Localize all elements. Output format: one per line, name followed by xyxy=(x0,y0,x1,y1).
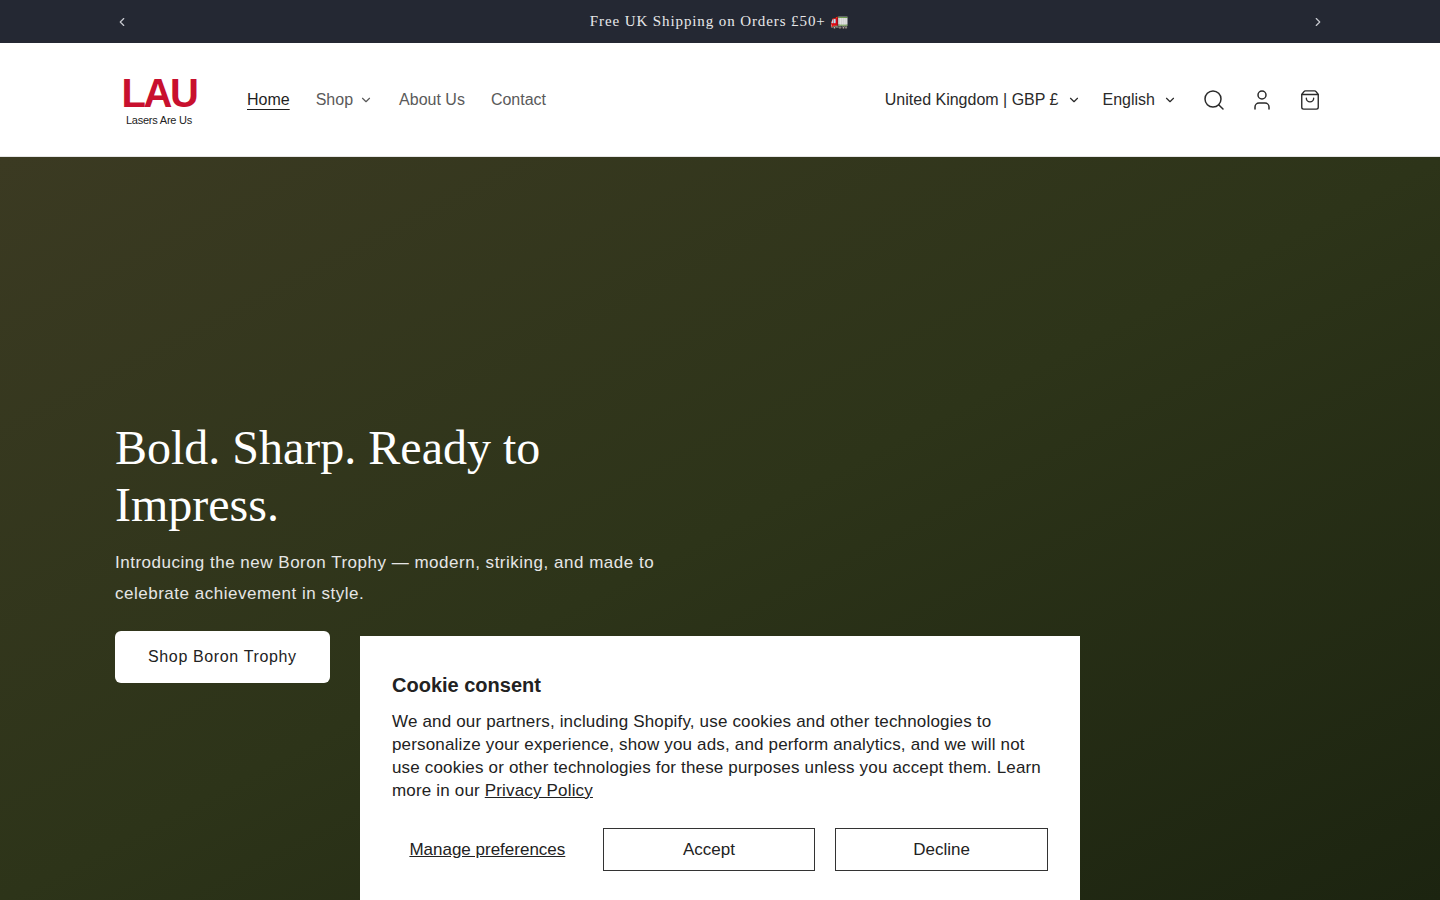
privacy-policy-link[interactable]: Privacy Policy xyxy=(485,781,593,800)
account-button[interactable] xyxy=(1247,85,1277,115)
announcement-bar: Free UK Shipping on Orders £50+ 🚛 xyxy=(0,0,1440,43)
cookie-button[interactable]: Decline xyxy=(835,828,1048,871)
next-announcement-button[interactable] xyxy=(1308,12,1328,32)
hero-button[interactable]: Shop Boron Trophy xyxy=(115,631,330,683)
nav-item[interactable]: About Us xyxy=(399,88,465,112)
header: LAULasers Are Us Home Shop About Us Contact U… xyxy=(0,43,1440,157)
cookie-actions: Manage preferences Accept Decline xyxy=(392,828,1048,871)
chevron-down-icon xyxy=(1163,93,1177,107)
header-actions: United Kingdom | GBP £ English xyxy=(885,85,1325,115)
logo-mark: LAU xyxy=(121,73,196,113)
page: Free UK Shipping on Orders £50+ 🚛 LAULase… xyxy=(0,0,1440,900)
cookie-button[interactable]: Accept xyxy=(603,828,816,871)
hero-text: Introducing the new Boron Trophy — moder… xyxy=(115,547,685,609)
nav-item[interactable]: Contact xyxy=(491,88,546,112)
main-nav: Home Shop About Us Contact xyxy=(247,88,546,112)
cart-button[interactable] xyxy=(1295,85,1325,115)
search-icon xyxy=(1202,88,1226,112)
logo-tagline: Lasers Are Us xyxy=(126,113,192,127)
chevron-down-icon xyxy=(1067,93,1081,107)
search-button[interactable] xyxy=(1199,85,1229,115)
cookie-title: Cookie consent xyxy=(392,670,1048,700)
announcement-text: Free UK Shipping on Orders £50+ 🚛 xyxy=(590,10,850,33)
cookie-dialog: Cookie consent We and our partners, inclu… xyxy=(360,636,1080,900)
localization-selector[interactable]: United Kingdom | GBP £ xyxy=(885,88,1081,112)
nav-item[interactable]: Shop xyxy=(316,88,373,112)
chevron-left-icon xyxy=(115,15,129,29)
chevron-down-icon xyxy=(359,93,373,107)
cookie-body: We and our partners, including Shopify, … xyxy=(392,710,1048,802)
hero-heading: Bold. Sharp. Ready to Impress. xyxy=(115,419,695,533)
bag-icon xyxy=(1299,89,1321,111)
nav-item[interactable]: Home xyxy=(247,88,290,112)
logo[interactable]: LAULasers Are Us xyxy=(115,73,203,127)
prev-announcement-button[interactable] xyxy=(112,12,132,32)
localization-selector[interactable]: English xyxy=(1103,88,1177,112)
user-icon xyxy=(1250,88,1274,112)
manage-preferences-button[interactable]: Manage preferences xyxy=(392,837,583,863)
chevron-right-icon xyxy=(1311,15,1325,29)
